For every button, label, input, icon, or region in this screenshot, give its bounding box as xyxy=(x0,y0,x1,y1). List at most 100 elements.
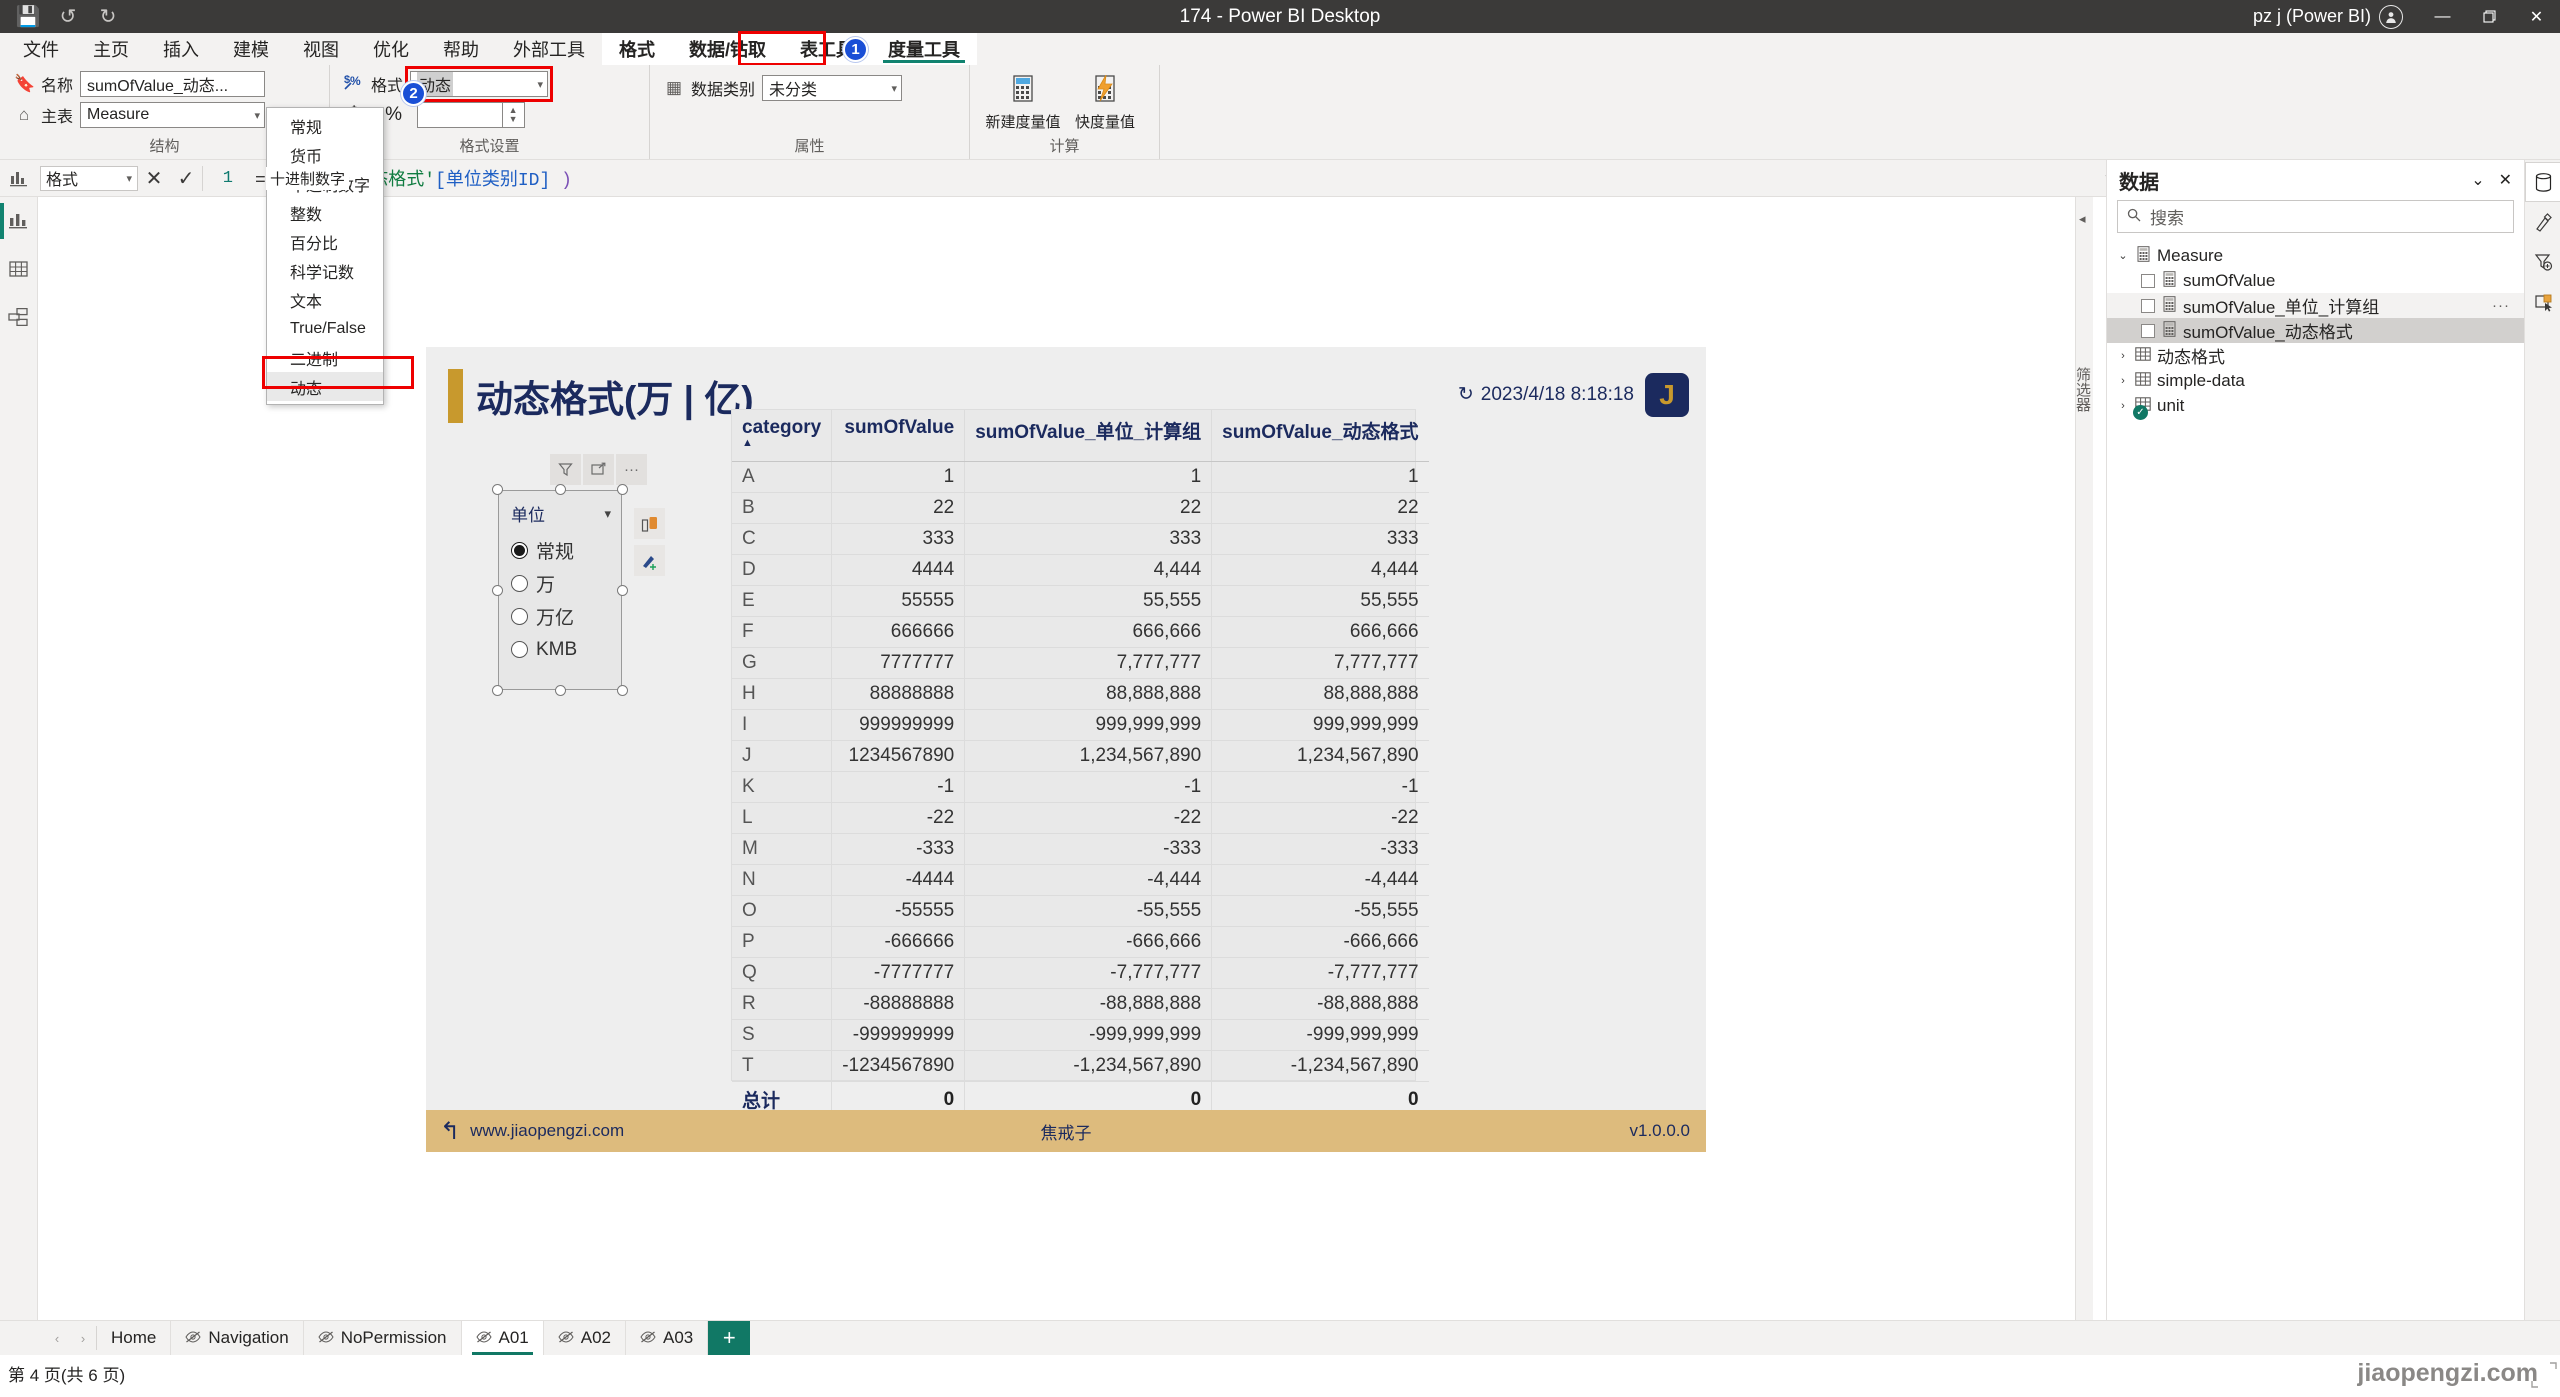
data-pane-search[interactable]: 搜索 xyxy=(2117,200,2514,233)
format-option-6[interactable]: 文本 xyxy=(267,285,383,314)
ribbon-tab-7[interactable]: 外部工具 xyxy=(496,33,602,65)
field-tree[interactable]: ⌄MeasuresumOfValuesumOfValue_单位_计算组···su… xyxy=(2107,243,2524,418)
table-row[interactable]: R-88888888-88,888,888-88,888,888 xyxy=(732,989,1429,1020)
table-row[interactable]: B222222 xyxy=(732,493,1429,524)
ribbon-tab-2[interactable]: 插入 xyxy=(146,33,216,65)
page-tab-home[interactable]: Home xyxy=(97,1321,171,1355)
maximize-button[interactable] xyxy=(2466,0,2513,33)
format-dropdown-list[interactable]: 常规货币十进制数字整数百分比科学记数文本True/False二进制动态 xyxy=(266,107,384,405)
collapse-pane-icon[interactable]: ⌄ xyxy=(2471,170,2484,190)
table-header-row[interactable]: category▲sumOfValuesumOfValue_单位_计算组sumO… xyxy=(732,410,1429,462)
table-row[interactable]: J12345678901,234,567,8901,234,567,890 xyxy=(732,741,1429,772)
avatar[interactable] xyxy=(2379,5,2403,29)
format-option-7[interactable]: True/False xyxy=(267,314,383,343)
table-row[interactable]: E5555555,55555,555 xyxy=(732,586,1429,617)
filters-pane-collapsed[interactable]: ◂ 筛选器 xyxy=(2075,197,2093,1342)
field-tree-measure-node[interactable]: sumOfValue xyxy=(2107,268,2524,293)
table-row[interactable]: P-666666-666,666-666,666 xyxy=(732,927,1429,958)
table-row[interactable]: O-55555-55,555-55,555 xyxy=(732,896,1429,927)
sidebar-item-table-view[interactable] xyxy=(0,245,38,293)
field-tree-measure-node[interactable]: sumOfValue_动态格式 xyxy=(2107,318,2524,343)
ribbon-tab-8[interactable]: 格式 xyxy=(602,33,672,65)
account-label[interactable]: pz j (Power BI) xyxy=(2253,6,2371,27)
expand-filters-icon[interactable]: ◂ xyxy=(2079,211,2086,227)
page-tab-a03[interactable]: A03 xyxy=(626,1321,708,1355)
format-pane-icon[interactable] xyxy=(2525,202,2560,242)
format-option-3[interactable]: 整数 xyxy=(267,198,383,227)
chevron-down-icon[interactable]: ▾ xyxy=(604,506,611,522)
slicer-option-3[interactable]: KMB xyxy=(511,633,621,666)
chevron-right-icon[interactable]: › xyxy=(2117,350,2129,362)
undo-icon[interactable]: ↺ xyxy=(50,2,86,32)
new-measure-button[interactable]: 新建度量值 xyxy=(984,73,1062,132)
home-table-select[interactable]: Measure ▾ xyxy=(80,102,265,128)
ribbon-tab-5[interactable]: 优化 xyxy=(356,33,426,65)
filters-pane-icon[interactable] xyxy=(2525,242,2560,282)
field-tree-table-node[interactable]: ›动态格式 xyxy=(2107,343,2524,368)
page-tab-a01[interactable]: A01 xyxy=(462,1321,544,1355)
table-row[interactable]: F666666666,666666,666 xyxy=(732,617,1429,648)
field-tree-table-node[interactable]: ⌄Measure xyxy=(2107,243,2524,268)
sidebar-item-model-view[interactable] xyxy=(0,293,38,341)
table-row[interactable]: H8888888888,888,88888,888,888 xyxy=(732,679,1429,710)
table-column-header[interactable]: sumOfValue_动态格式 xyxy=(1212,410,1429,462)
unit-slicer[interactable]: 单位 ▾ 常规万万亿KMB xyxy=(498,490,622,690)
field-checkbox[interactable] xyxy=(2141,274,2155,288)
table-column-header[interactable]: sumOfValue xyxy=(832,410,965,462)
percent-icon[interactable]: % xyxy=(384,104,404,126)
ribbon-tab-6[interactable]: 帮助 xyxy=(426,33,496,65)
table-column-header[interactable]: sumOfValue_单位_计算组 xyxy=(965,410,1212,462)
table-row[interactable]: G77777777,777,7777,777,777 xyxy=(732,648,1429,679)
slicer-option-1[interactable]: 万 xyxy=(511,567,621,600)
table-row[interactable]: T-1234567890-1,234,567,890-1,234,567,890 xyxy=(732,1051,1429,1082)
report-page[interactable]: 动态格式(万 | 亿) ↻ 2023/4/18 8:18:18 J ··· 单位 xyxy=(426,347,1706,1152)
chevron-down-icon[interactable]: ⌄ xyxy=(2117,249,2129,262)
prev-page-button[interactable]: ‹ xyxy=(44,1321,70,1355)
format-option-9[interactable]: 动态 xyxy=(267,372,383,401)
format-select[interactable]: 动态 ▾ xyxy=(410,71,548,97)
save-icon[interactable]: 💾 xyxy=(10,2,46,32)
ribbon-tab-9[interactable]: 数据/钻取 xyxy=(672,33,783,65)
decimal-places-input[interactable] xyxy=(417,102,503,128)
table-row[interactable]: C333333333 xyxy=(732,524,1429,555)
decimal-places-stepper[interactable]: ▲▼ xyxy=(503,102,525,128)
table-row[interactable]: S-999999999-999,999,999-999,999,999 xyxy=(732,1020,1429,1051)
table-visual[interactable]: category▲sumOfValuesumOfValue_单位_计算组sumO… xyxy=(731,409,1416,1081)
slicer-option-2[interactable]: 万亿 xyxy=(511,600,621,633)
table-row[interactable]: Q-7777777-7,777,777-7,777,777 xyxy=(732,958,1429,989)
minimize-button[interactable]: — xyxy=(2419,0,2466,33)
table-row[interactable]: I999999999999,999,999999,999,999 xyxy=(732,710,1429,741)
radio-button[interactable] xyxy=(511,542,528,559)
field-checkbox[interactable] xyxy=(2141,324,2155,338)
slicer-option-0[interactable]: 常规 xyxy=(511,534,621,567)
table-column-header[interactable]: category▲ xyxy=(732,410,832,462)
field-tree-measure-node[interactable]: sumOfValue_单位_计算组··· xyxy=(2107,293,2524,318)
visual-type-icon[interactable] xyxy=(634,508,665,539)
table-row[interactable]: L-22-22-22 xyxy=(732,803,1429,834)
format-option-1[interactable]: 货币 xyxy=(267,140,383,169)
table-row[interactable]: M-333-333-333 xyxy=(732,834,1429,865)
format-option-8[interactable]: 二进制 xyxy=(267,343,383,372)
radio-button[interactable] xyxy=(511,608,528,625)
ribbon-tab-0[interactable]: 文件 xyxy=(6,33,76,65)
field-checkbox[interactable] xyxy=(2141,299,2155,313)
quick-measure-button[interactable]: 快度量值 xyxy=(1066,73,1144,132)
formula-mode-select[interactable]: 格式 ▾ xyxy=(40,166,138,191)
slicer-visual-wrapper[interactable]: ··· 单位 ▾ 常规万万亿KMB xyxy=(498,490,622,690)
field-tree-table-node[interactable]: ›simple-data xyxy=(2107,368,2524,393)
ribbon-tab-1[interactable]: 主页 xyxy=(76,33,146,65)
selection-pane-icon[interactable] xyxy=(2525,282,2560,322)
measure-name-input[interactable]: sumOfValue_动态... xyxy=(80,71,265,97)
close-pane-icon[interactable]: ✕ xyxy=(2499,170,2512,190)
cancel-formula-button[interactable]: ✕ xyxy=(138,160,170,197)
close-button[interactable]: ✕ xyxy=(2513,0,2560,33)
filter-icon[interactable] xyxy=(550,454,581,485)
more-options-icon[interactable]: ··· xyxy=(616,454,647,485)
table-row[interactable]: N-4444-4,444-4,444 xyxy=(732,865,1429,896)
table-row[interactable]: A111 xyxy=(732,462,1429,493)
format-option-4[interactable]: 百分比 xyxy=(267,227,383,256)
next-page-button[interactable]: › xyxy=(70,1321,96,1355)
chevron-right-icon[interactable]: › xyxy=(2117,400,2129,412)
ribbon-tab-11[interactable]: 度量工具 xyxy=(871,33,977,65)
page-tab-nopermission[interactable]: NoPermission xyxy=(304,1321,462,1355)
